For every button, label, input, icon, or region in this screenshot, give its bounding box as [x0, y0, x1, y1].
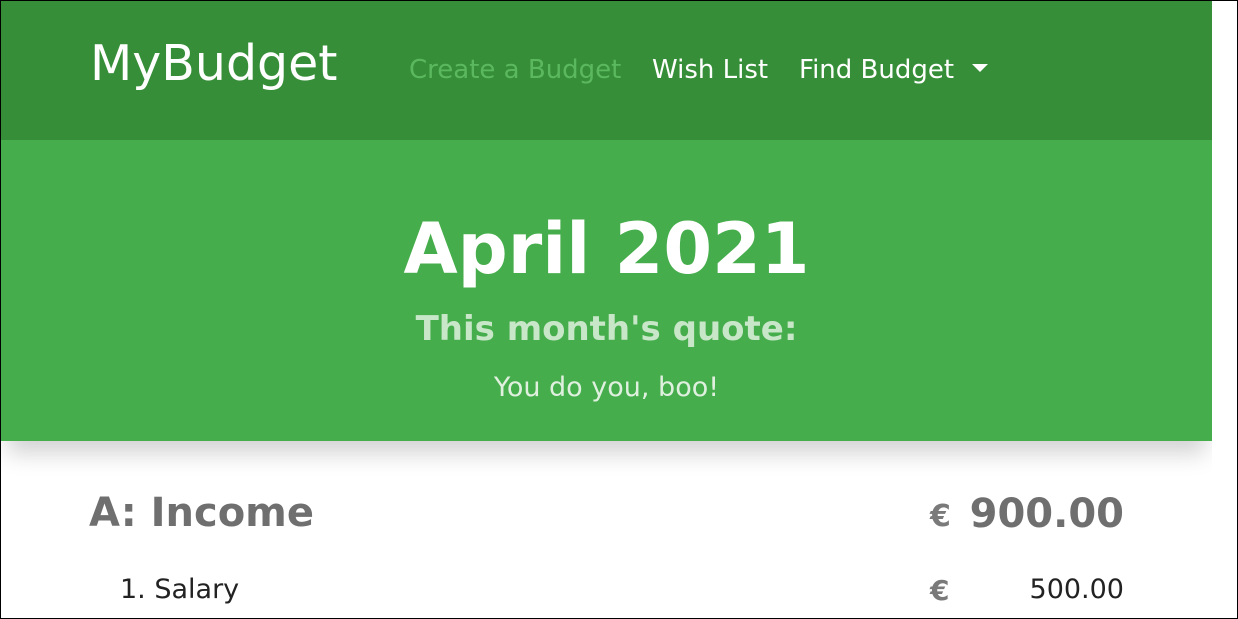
- nav-dropdown-find-budget[interactable]: Find Budget: [799, 55, 989, 85]
- scrollbar-gutter: [1212, 1, 1237, 617]
- page: MyBudget Create a Budget Wish List Find …: [1, 1, 1212, 617]
- income-item-label: 1. Salary: [120, 574, 240, 605]
- income-item-currency: €: [930, 574, 950, 607]
- page-title: April 2021: [403, 208, 810, 290]
- nav-dropdown-label: Find Budget: [799, 55, 955, 85]
- navbar: MyBudget Create a Budget Wish List Find …: [1, 1, 1212, 140]
- income-section-title: A: Income: [89, 490, 314, 536]
- brand-logo[interactable]: MyBudget: [90, 39, 338, 88]
- nav-link-create-budget[interactable]: Create a Budget: [409, 57, 621, 83]
- quote-heading: This month's quote:: [415, 309, 798, 349]
- hero-banner: April 2021 This month's quote: You do yo…: [1, 140, 1212, 441]
- income-total-currency: €: [930, 499, 951, 534]
- income-total-amount: 900.00: [969, 491, 1124, 537]
- caret-down-icon: [972, 63, 989, 72]
- nav-link-wish-list[interactable]: Wish List: [652, 57, 768, 83]
- monthly-quote: You do you, boo!: [493, 372, 720, 403]
- income-item-amount: 500.00: [1029, 574, 1124, 605]
